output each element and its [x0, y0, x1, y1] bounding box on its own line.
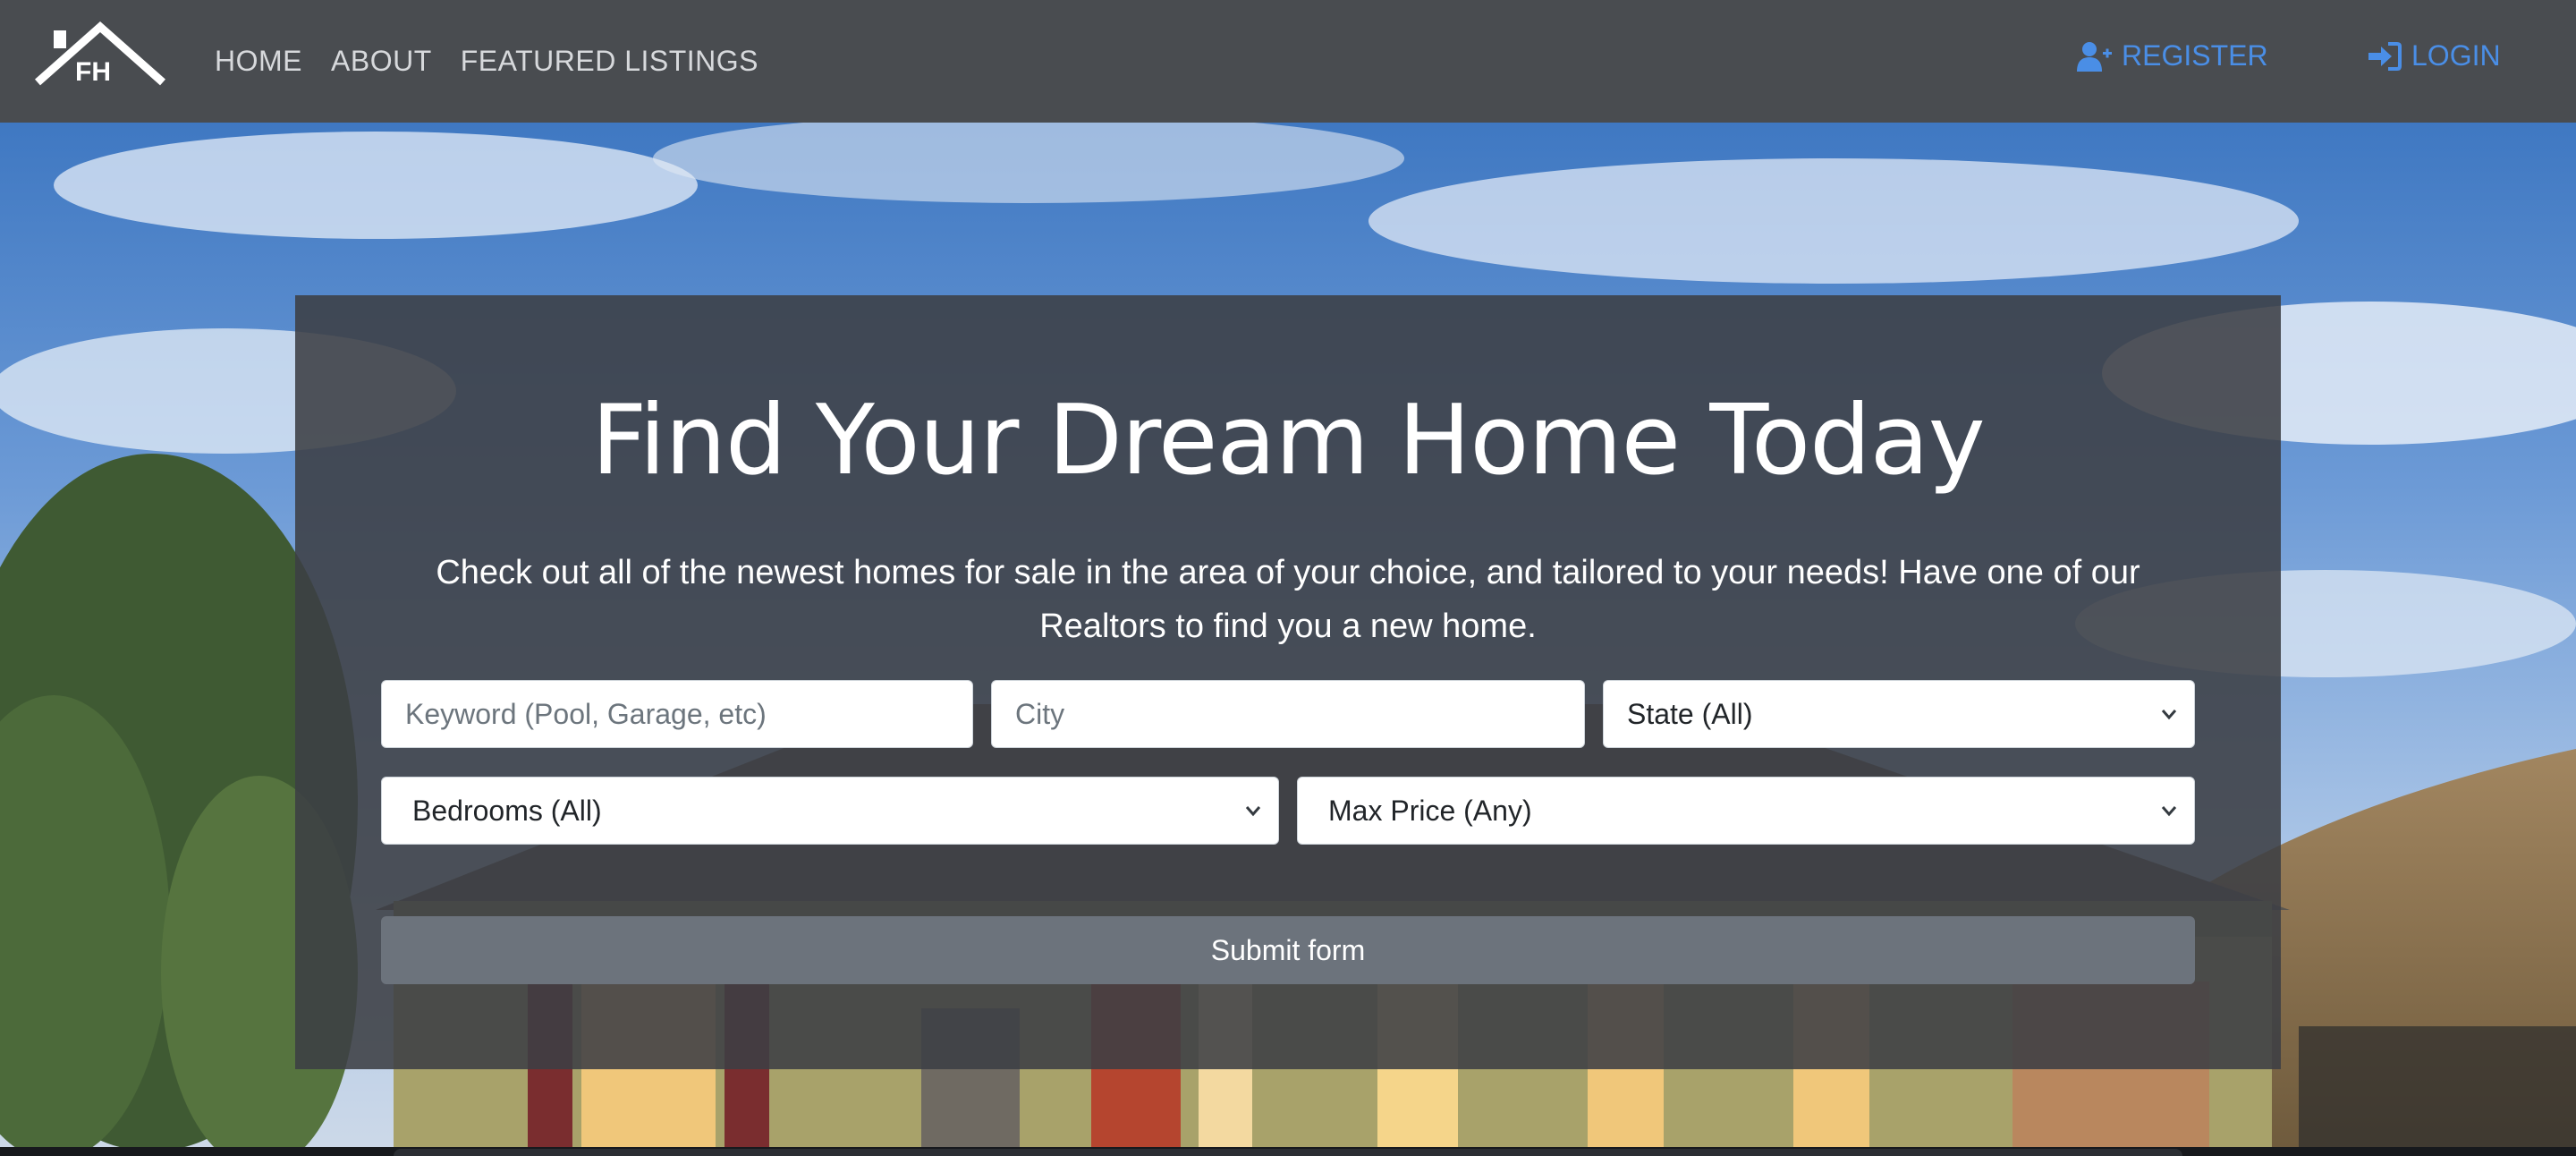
keyword-input[interactable]: Keyword (Pool, Garage, etc): [381, 680, 973, 748]
chevron-down-icon: [1245, 806, 1261, 817]
register-label: REGISTER: [2122, 39, 2268, 72]
hero-subtitle: Check out all of the newest homes for sa…: [436, 554, 2140, 645]
bedrooms-selected: Bedrooms (All): [412, 794, 602, 827]
sign-in-icon: [2368, 41, 2402, 71]
bottom-edge: [0, 1147, 2576, 1156]
state-select[interactable]: State (All): [1603, 680, 2195, 748]
city-placeholder: City: [1015, 697, 1065, 730]
hero-title: Find Your Dream Home Today: [591, 385, 1985, 497]
keyword-placeholder: Keyword (Pool, Garage, etc): [405, 697, 767, 730]
house-roof-icon: FH: [35, 21, 165, 87]
search-panel: Find Your Dream Home Today Check out all…: [295, 295, 2281, 1069]
register-link[interactable]: REGISTER: [2077, 39, 2268, 72]
chevron-down-icon: [2161, 710, 2177, 720]
nav-featured-listings[interactable]: FEATURED LISTINGS: [461, 45, 758, 78]
submit-button[interactable]: Submit form: [381, 916, 2195, 984]
user-plus-icon: [2077, 41, 2112, 72]
state-selected: State (All): [1627, 697, 1753, 730]
top-navbar: FH HOME ABOUT FEATURED LISTINGS REGISTER…: [0, 0, 2576, 123]
bottom-tab: [394, 1149, 2182, 1156]
chevron-down-icon: [2161, 806, 2177, 817]
brand-logo[interactable]: FH: [34, 21, 166, 89]
max-price-selected: Max Price (Any): [1328, 794, 1532, 827]
login-label: LOGIN: [2411, 39, 2501, 72]
bedrooms-select[interactable]: Bedrooms (All): [381, 777, 1279, 845]
main-nav: HOME ABOUT FEATURED LISTINGS: [215, 0, 758, 123]
logo-text: FH: [75, 57, 111, 87]
nav-about[interactable]: ABOUT: [331, 45, 432, 78]
max-price-select[interactable]: Max Price (Any): [1297, 777, 2195, 845]
city-input[interactable]: City: [991, 680, 1585, 748]
login-link[interactable]: LOGIN: [2367, 39, 2501, 72]
nav-home[interactable]: HOME: [215, 45, 302, 78]
